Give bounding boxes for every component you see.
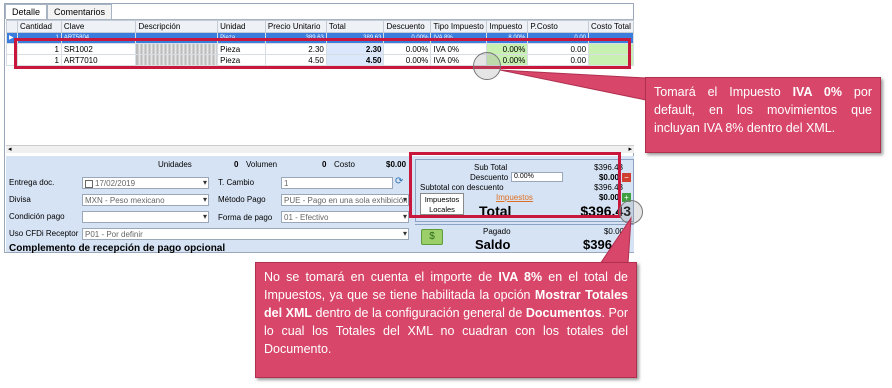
callout1-pointer [499, 69, 647, 101]
callout-iva-default: Tomará el Impuesto IVA 0% por default, e… [645, 77, 881, 153]
callout-totales-xml: No se tomará en cuenta el importe de IVA… [255, 262, 637, 378]
callout2-pointer [599, 216, 632, 265]
